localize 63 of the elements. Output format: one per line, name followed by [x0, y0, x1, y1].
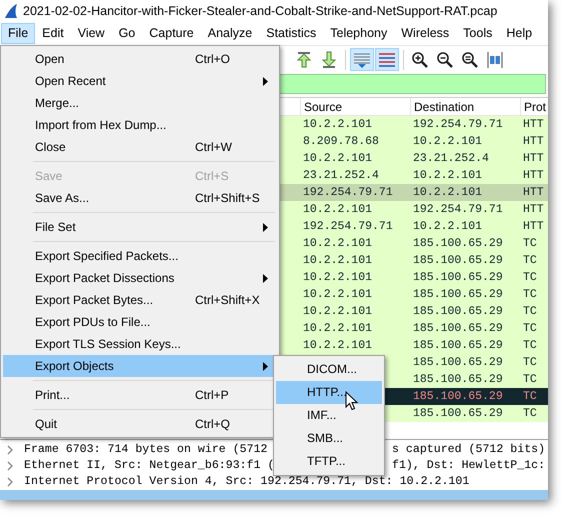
table-cell-text: HTT — [522, 185, 545, 201]
table-cell-text: TC — [522, 355, 538, 371]
table-cell-text: 10.2.2.101 — [302, 287, 374, 303]
table-cell-text: TC — [522, 389, 538, 405]
shortcut-label: Ctrl+Q — [195, 416, 232, 433]
table-cell-text: 10.2.2.101 — [302, 304, 374, 320]
shortcut-label: Ctrl+W — [195, 139, 233, 156]
table-cell-text: 192.254.79.71 — [302, 185, 394, 201]
tree-row-text: Internet Protocol Version 4, Src: 192.254.79.71, Dst: 10.2.2.101 — [24, 474, 470, 490]
table-cell-text: 185.100.65.29 — [412, 287, 504, 303]
shortcut-label: Ctrl+Shift+X — [195, 292, 261, 309]
table-cell-text: HTT — [522, 219, 545, 235]
table-cell-text: 10.2.2.101 — [412, 168, 484, 184]
table-cell-text: TC — [522, 270, 538, 286]
table-cell-text: 185.100.65.29 — [412, 338, 504, 354]
table-cell-text: 185.100.65.29 — [412, 321, 504, 337]
tree-row-text: Frame 6703: 714 bytes on wire (5712 — [24, 442, 268, 458]
table-cell-text: 10.2.2.101 — [302, 236, 374, 252]
table-cell-text: 8.209.78.68 — [302, 134, 380, 150]
table-cell-text: 10.2.2.101 — [302, 117, 374, 133]
table-cell-text: 185.100.65.29 — [412, 236, 504, 252]
tree-row-text: s captured (5712 bits) — [392, 442, 546, 458]
tree-row-text: f1), Dst: HewlettP_1c: — [392, 458, 546, 474]
table-cell-text: HTT — [522, 117, 545, 133]
table-cell-text: 185.100.65.29 — [412, 270, 504, 286]
tree-row-text: Ethernet II, Src: Netgear_b6:93:f1 ( — [24, 458, 274, 474]
table-cell-text: HTT — [522, 134, 545, 150]
table-cell-text: 23.21.252.4 — [412, 151, 490, 167]
table-cell-text: HTT — [522, 168, 545, 184]
table-cell-text: TC — [522, 321, 538, 337]
table-cell-text: 10.2.2.101 — [412, 185, 484, 201]
table-cell-text: 23.21.252.4 — [302, 168, 380, 184]
shortcut-label: Ctrl+O — [195, 51, 232, 68]
table-cell-text: 192.254.79.71 — [412, 202, 504, 218]
table-cell-text: 10.2.2.101 — [412, 219, 484, 235]
table-cell-text: 185.100.65.29 — [412, 406, 504, 422]
table-cell-text: 192.254.79.71 — [302, 219, 394, 235]
table-cell-text: 10.2.2.101 — [412, 134, 484, 150]
table-cell-text: TC — [522, 304, 538, 320]
table-cell-text: 185.100.65.29 — [412, 304, 504, 320]
table-cell-text: 185.100.65.29 — [412, 372, 504, 388]
table-cell-text: 10.2.2.101 — [302, 253, 374, 269]
window-title: 2021-02-02-Hancitor-with-Ficker-Stealer-and-Cobalt-Strike-and-NetSupport-RAT.pcap — [23, 2, 498, 20]
shortcut-label: Ctrl+S — [195, 168, 230, 185]
table-cell-text: TC — [522, 338, 538, 354]
shortcut-label: Ctrl+P — [195, 387, 230, 404]
table-cell-text: 10.2.2.101 — [302, 321, 374, 337]
table-cell-text: HTT — [522, 151, 545, 167]
table-cell-text: TC — [522, 372, 538, 388]
table-cell-text: 10.2.2.101 — [302, 202, 374, 218]
table-cell-text: TC — [522, 287, 538, 303]
table-cell-text: TC — [522, 236, 538, 252]
table-cell-text: 10.2.2.101 — [302, 338, 374, 354]
table-cell-text: 185.100.65.29 — [412, 355, 504, 371]
table-cell-text: TC — [522, 253, 538, 269]
table-cell-text: 185.100.65.29 — [412, 389, 504, 405]
table-cell-text: 10.2.2.101 — [302, 151, 374, 167]
table-cell-text: 192.254.79.71 — [412, 117, 504, 133]
table-cell-text: TC — [522, 406, 538, 422]
table-cell-text: HTT — [522, 202, 545, 218]
table-cell-text: 185.100.65.29 — [412, 253, 504, 269]
shortcut-label: Ctrl+Shift+S — [195, 190, 261, 207]
table-cell-text: 10.2.2.101 — [302, 270, 374, 286]
